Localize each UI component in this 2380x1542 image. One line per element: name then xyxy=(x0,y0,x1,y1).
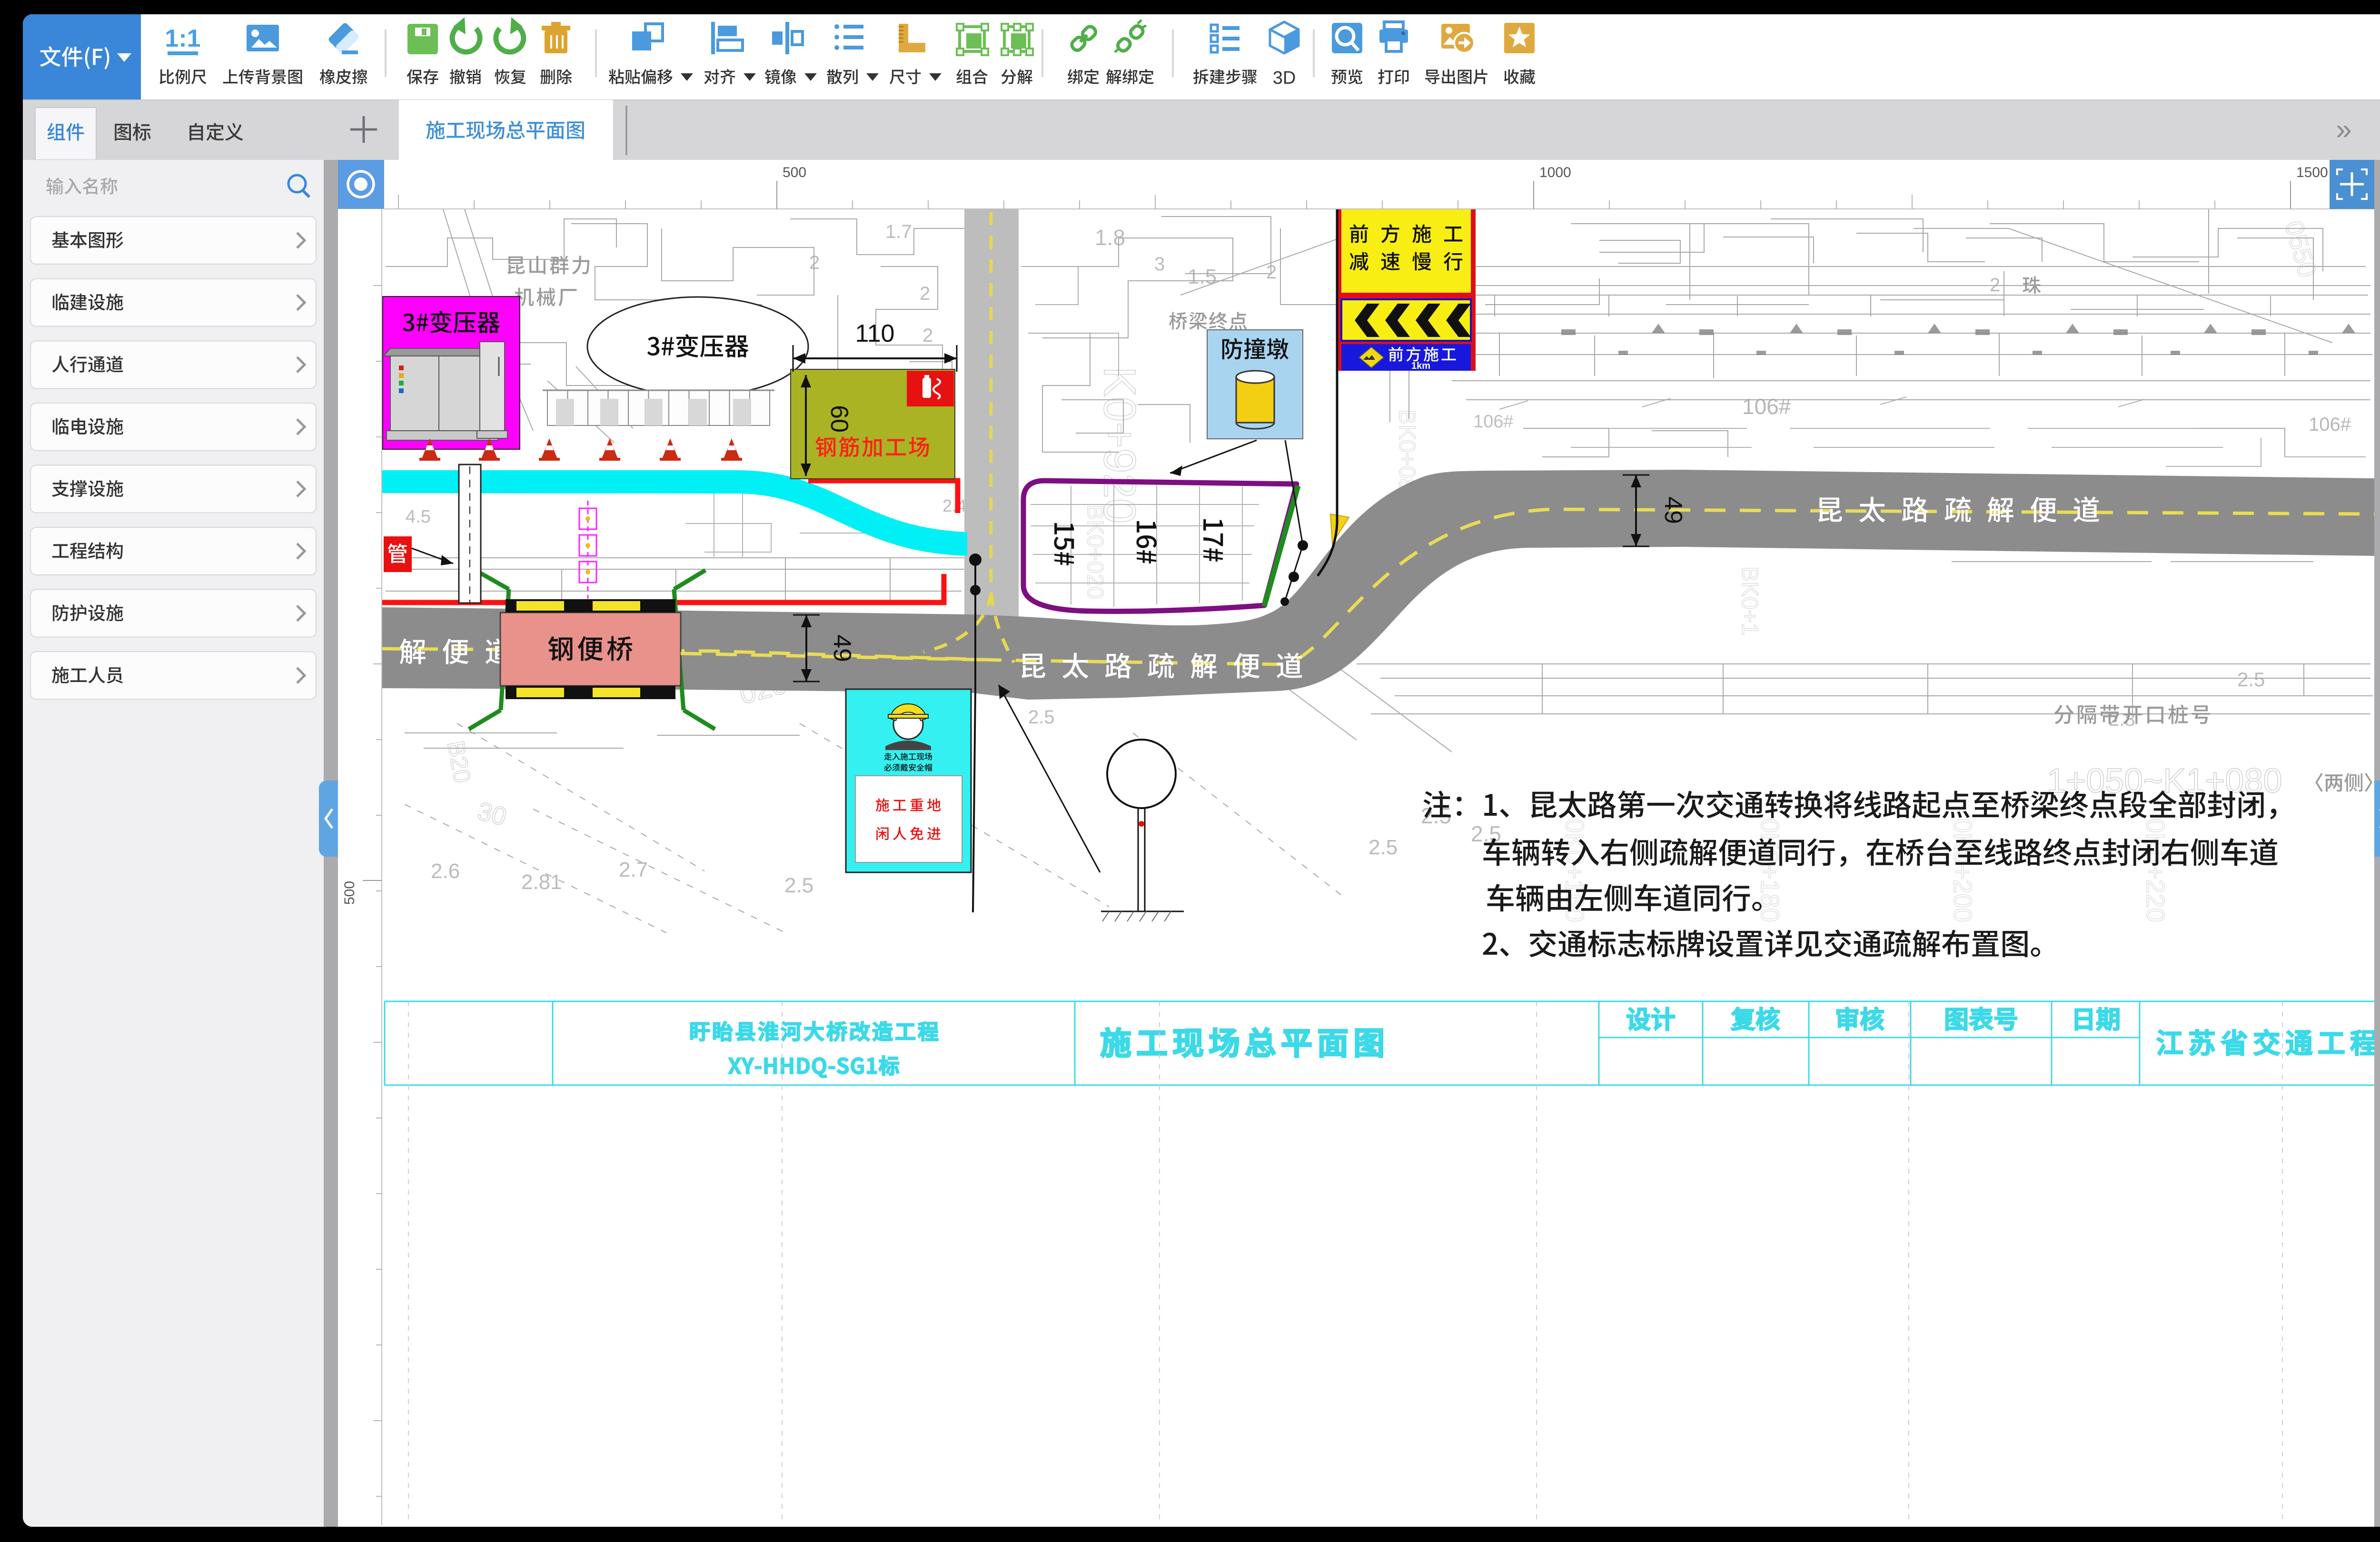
svg-text:2: 2 xyxy=(1990,275,2000,296)
svg-text:2: 2 xyxy=(809,252,820,273)
svg-text:500: 500 xyxy=(783,165,806,180)
svg-text:1.7: 1.7 xyxy=(885,221,912,242)
svg-text:1.8: 1.8 xyxy=(1095,225,1125,250)
svg-text:3: 3 xyxy=(1154,254,1165,275)
svg-text:60: 60 xyxy=(825,405,853,433)
svg-text:2: 2 xyxy=(922,325,933,346)
svg-text:2.5: 2.5 xyxy=(2237,668,2265,691)
svg-text:0K0+200: 0K0+200 xyxy=(1948,819,1977,922)
svg-text:1km: 1km xyxy=(1411,361,1430,371)
svg-text:106#: 106# xyxy=(1742,394,1791,419)
svg-text:BK0+1: BK0+1 xyxy=(1737,566,1762,635)
svg-text:2.7: 2.7 xyxy=(619,858,648,881)
svg-text:2.81: 2.81 xyxy=(521,870,562,894)
svg-text:2.5: 2.5 xyxy=(1368,836,1398,859)
svg-text:2: 2 xyxy=(920,283,930,304)
svg-text:2.5: 2.5 xyxy=(1471,821,1501,846)
svg-text:0K0+180: 0K0+180 xyxy=(1755,819,1784,922)
svg-text:110: 110 xyxy=(855,320,895,347)
svg-text:0K0+160: 0K0+160 xyxy=(1560,819,1589,922)
svg-text:2: 2 xyxy=(1266,262,1277,283)
svg-text:4.5: 4.5 xyxy=(406,507,431,527)
svg-text:2.5: 2.5 xyxy=(1028,707,1055,728)
svg-text:106#: 106# xyxy=(2309,414,2351,435)
svg-text:BK0+020: BK0+020 xyxy=(1082,504,1108,599)
svg-text:106#: 106# xyxy=(1473,412,1514,432)
svg-text:2.6: 2.6 xyxy=(431,860,460,883)
svg-text:1.5: 1.5 xyxy=(1188,265,1217,288)
svg-text:K0+920: K0+920 xyxy=(1094,366,1145,524)
svg-text:1000: 1000 xyxy=(1539,165,1571,180)
svg-text:49: 49 xyxy=(1659,496,1687,524)
svg-text:1500: 1500 xyxy=(2296,165,2328,180)
svg-text:0K0+220: 0K0+220 xyxy=(2141,819,2170,922)
svg-text:49: 49 xyxy=(828,634,856,662)
svg-text:1:1: 1:1 xyxy=(165,25,200,52)
svg-text:3D: 3D xyxy=(1273,68,1296,88)
svg-text:»: » xyxy=(2336,113,2351,145)
svg-text:2.5: 2.5 xyxy=(784,874,813,897)
svg-text:2.4: 2.4 xyxy=(942,496,966,515)
svg-text:500: 500 xyxy=(342,881,357,905)
